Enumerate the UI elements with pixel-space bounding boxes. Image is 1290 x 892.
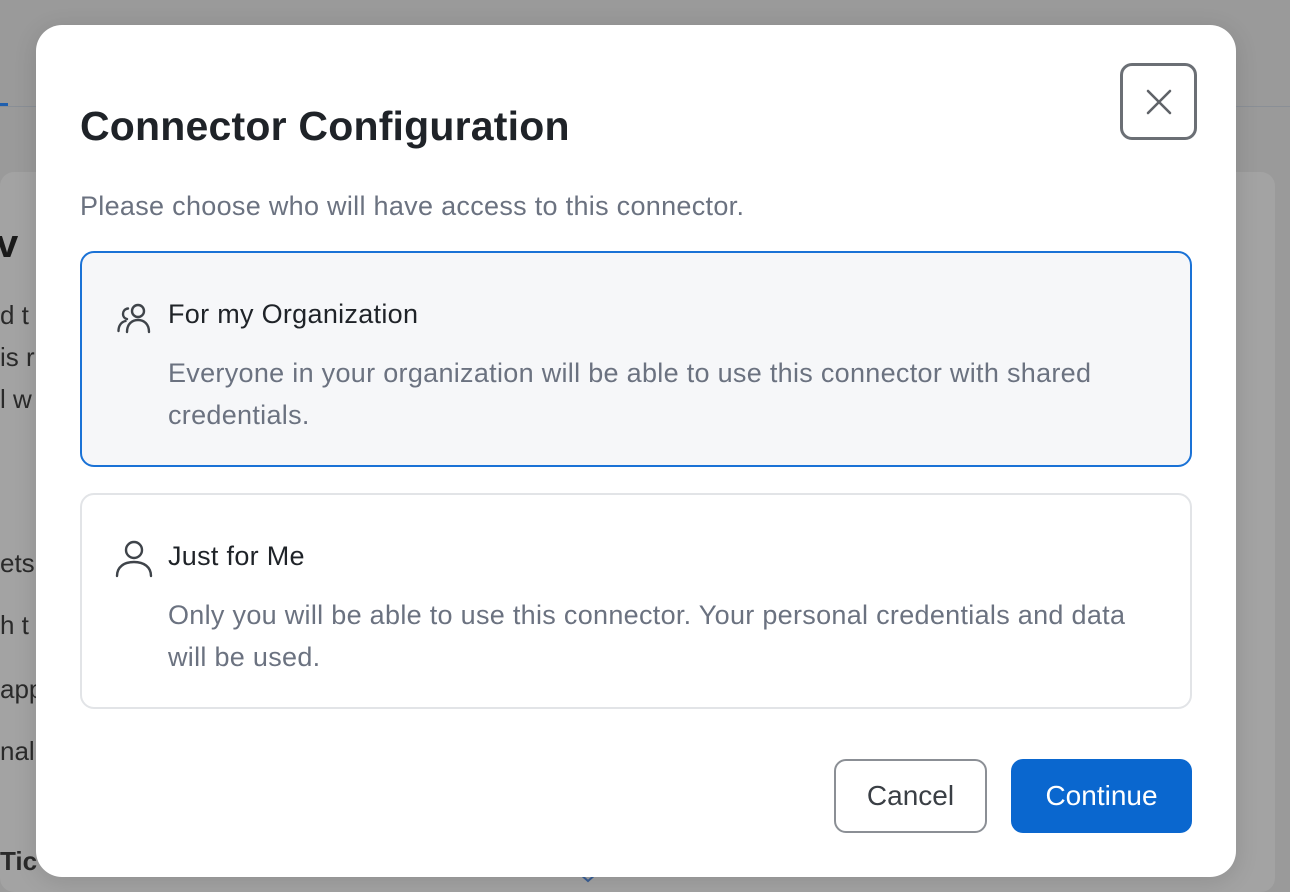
option-title: Just for Me <box>168 541 305 571</box>
option-organization[interactable]: For my Organization Everyone in your org… <box>80 251 1192 467</box>
close-button[interactable] <box>1120 63 1197 140</box>
background-text: nal <box>0 736 35 766</box>
option-just-for-me[interactable]: Just for Me Only you will be able to use… <box>80 493 1192 709</box>
background-heading: v <box>0 222 19 266</box>
close-icon <box>1146 89 1171 114</box>
option-title: For my Organization <box>168 299 419 329</box>
dialog-title: Connector Configuration <box>80 103 570 149</box>
background-active-tab-indicator <box>0 103 8 106</box>
cancel-button[interactable]: Cancel <box>834 759 987 833</box>
background-text: l w <box>0 384 32 414</box>
background-text: h t <box>0 610 29 640</box>
connector-configuration-dialog: Connector Configuration Please choose wh… <box>36 25 1236 877</box>
option-description: Only you will be able to use this connec… <box>168 600 1126 672</box>
background-text: Tic <box>0 846 38 876</box>
continue-button[interactable]: Continue <box>1011 759 1192 833</box>
background-text: ets <box>0 548 35 578</box>
dialog-subtitle: Please choose who will have access to th… <box>80 191 745 221</box>
background-text: is r <box>0 342 35 372</box>
background-text: d t <box>0 300 29 330</box>
option-description: Everyone in your organization will be ab… <box>168 358 1092 430</box>
users-icon <box>117 303 151 334</box>
user-icon <box>115 540 153 578</box>
